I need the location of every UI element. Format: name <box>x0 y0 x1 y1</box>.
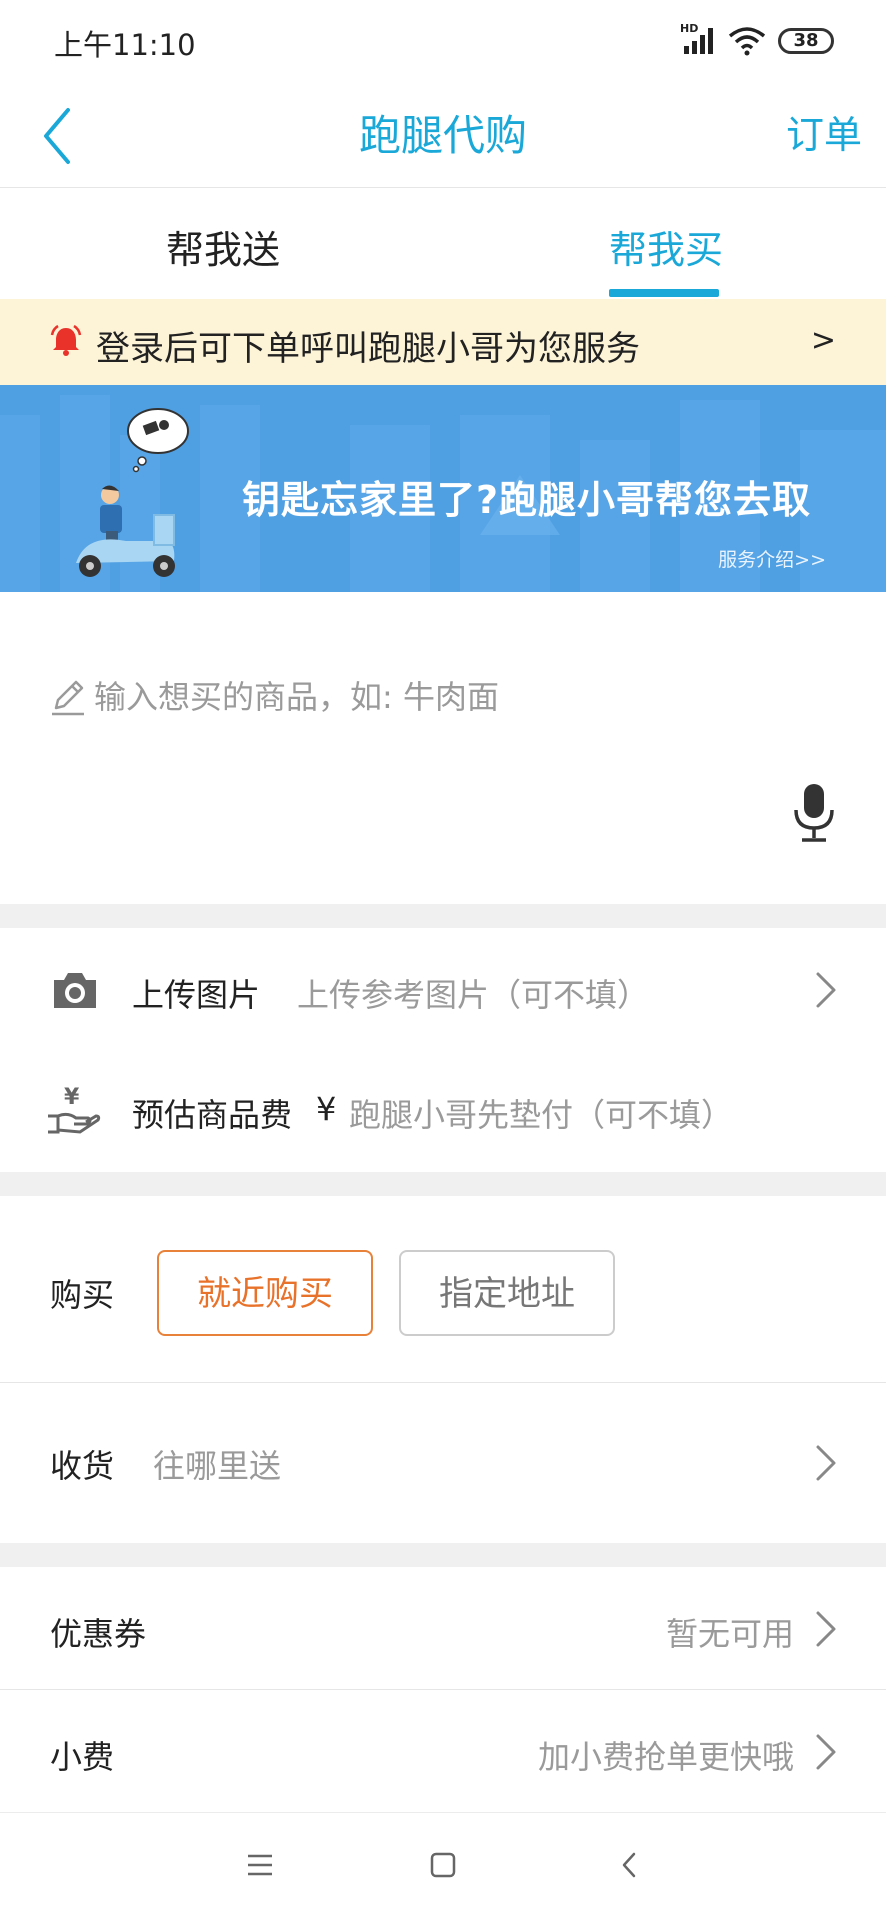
tip-value: 加小费抢单更快哦 <box>537 1738 794 1776</box>
chevron-right-icon <box>812 1732 838 1772</box>
estimated-fee-label: 预估商品费 <box>132 1096 293 1134</box>
nav-bar: 跑腿代购 订单 <box>0 80 886 188</box>
order-link[interactable]: 订单 <box>786 104 862 159</box>
upload-image-label: 上传图片 <box>132 976 261 1014</box>
tab-buy-for-me[interactable]: 帮我买 <box>609 219 723 274</box>
status-time: 上午11:10 <box>54 28 196 62</box>
section-gap <box>0 1172 886 1196</box>
menu-icon[interactable] <box>246 1851 274 1883</box>
wifi-icon <box>728 26 766 56</box>
signal-icon: HD <box>680 22 716 56</box>
item-input-area[interactable]: 输入想买的商品，如: 牛肉面 <box>0 592 886 904</box>
upload-image-row[interactable]: 上传图片 上传参考图片（可不填） <box>0 928 886 1052</box>
tip-label: 小费 <box>50 1738 115 1776</box>
home-icon[interactable] <box>429 1851 457 1883</box>
alarm-bell-icon <box>48 323 84 359</box>
item-input-placeholder: 输入想买的商品，如: 牛肉面 <box>94 678 499 716</box>
coupon-value: 暂无可用 <box>665 1615 794 1653</box>
specified-address-button[interactable]: 指定地址 <box>399 1250 615 1336</box>
microphone-icon[interactable] <box>790 782 838 844</box>
service-intro-link[interactable]: 服务介绍>> <box>718 545 826 572</box>
estimated-fee-row[interactable]: ¥ 预估商品费 ¥ 跑腿小哥先垫付（可不填） <box>0 1052 886 1172</box>
upload-image-hint: 上传参考图片（可不填） <box>297 976 650 1014</box>
receive-label: 收货 <box>50 1447 115 1485</box>
chevron-right-icon <box>812 970 838 1010</box>
back-icon[interactable] <box>616 1851 644 1883</box>
banner-headline: 钥匙忘家里了?跑腿小哥帮您去取 <box>242 478 812 522</box>
tip-row[interactable]: 小费 加小费抢单更快哦 <box>0 1690 886 1812</box>
system-navigation-bar <box>0 1812 886 1920</box>
notice-arrow: > <box>810 323 836 358</box>
receive-address-hint: 往哪里送 <box>153 1447 282 1485</box>
camera-icon <box>50 970 100 1010</box>
section-gap <box>0 1543 886 1567</box>
chevron-right-icon <box>812 1443 838 1483</box>
tab-bar: 帮我送 帮我买 <box>0 189 886 299</box>
pencil-icon <box>50 676 86 716</box>
battery-indicator: 38 <box>778 28 834 54</box>
coupon-row[interactable]: 优惠券 暂无可用 <box>0 1567 886 1689</box>
coupon-label: 优惠券 <box>50 1615 147 1653</box>
section-gap <box>0 904 886 928</box>
login-notice[interactable]: 登录后可下单呼叫跑腿小哥为您服务 > <box>0 299 886 385</box>
chevron-right-icon <box>812 1609 838 1649</box>
buy-nearby-button[interactable]: 就近购买 <box>157 1250 373 1336</box>
scooter-courier-illustration <box>76 408 189 577</box>
svg-text:¥: ¥ <box>64 1085 80 1110</box>
purchase-row: 购买 就近购买 指定地址 <box>0 1196 886 1382</box>
purchase-label: 购买 <box>50 1276 115 1314</box>
money-hand-icon: ¥ <box>46 1082 102 1136</box>
currency-symbol: ¥ <box>316 1090 337 1128</box>
status-bar: 上午11:10 HD 38 <box>0 0 886 80</box>
receive-address-row[interactable]: 收货 往哪里送 <box>0 1383 886 1543</box>
active-tab-indicator <box>609 289 719 297</box>
estimated-fee-input[interactable]: 跑腿小哥先垫付（可不填） <box>349 1090 733 1136</box>
page-title: 跑腿代购 <box>358 111 527 160</box>
status-icons: HD 38 <box>680 22 834 58</box>
notice-text: 登录后可下单呼叫跑腿小哥为您服务 <box>96 329 640 369</box>
promo-banner[interactable]: 钥匙忘家里了?跑腿小哥帮您去取 服务介绍>> <box>0 385 886 592</box>
tab-send-for-me[interactable]: 帮我送 <box>166 219 280 274</box>
